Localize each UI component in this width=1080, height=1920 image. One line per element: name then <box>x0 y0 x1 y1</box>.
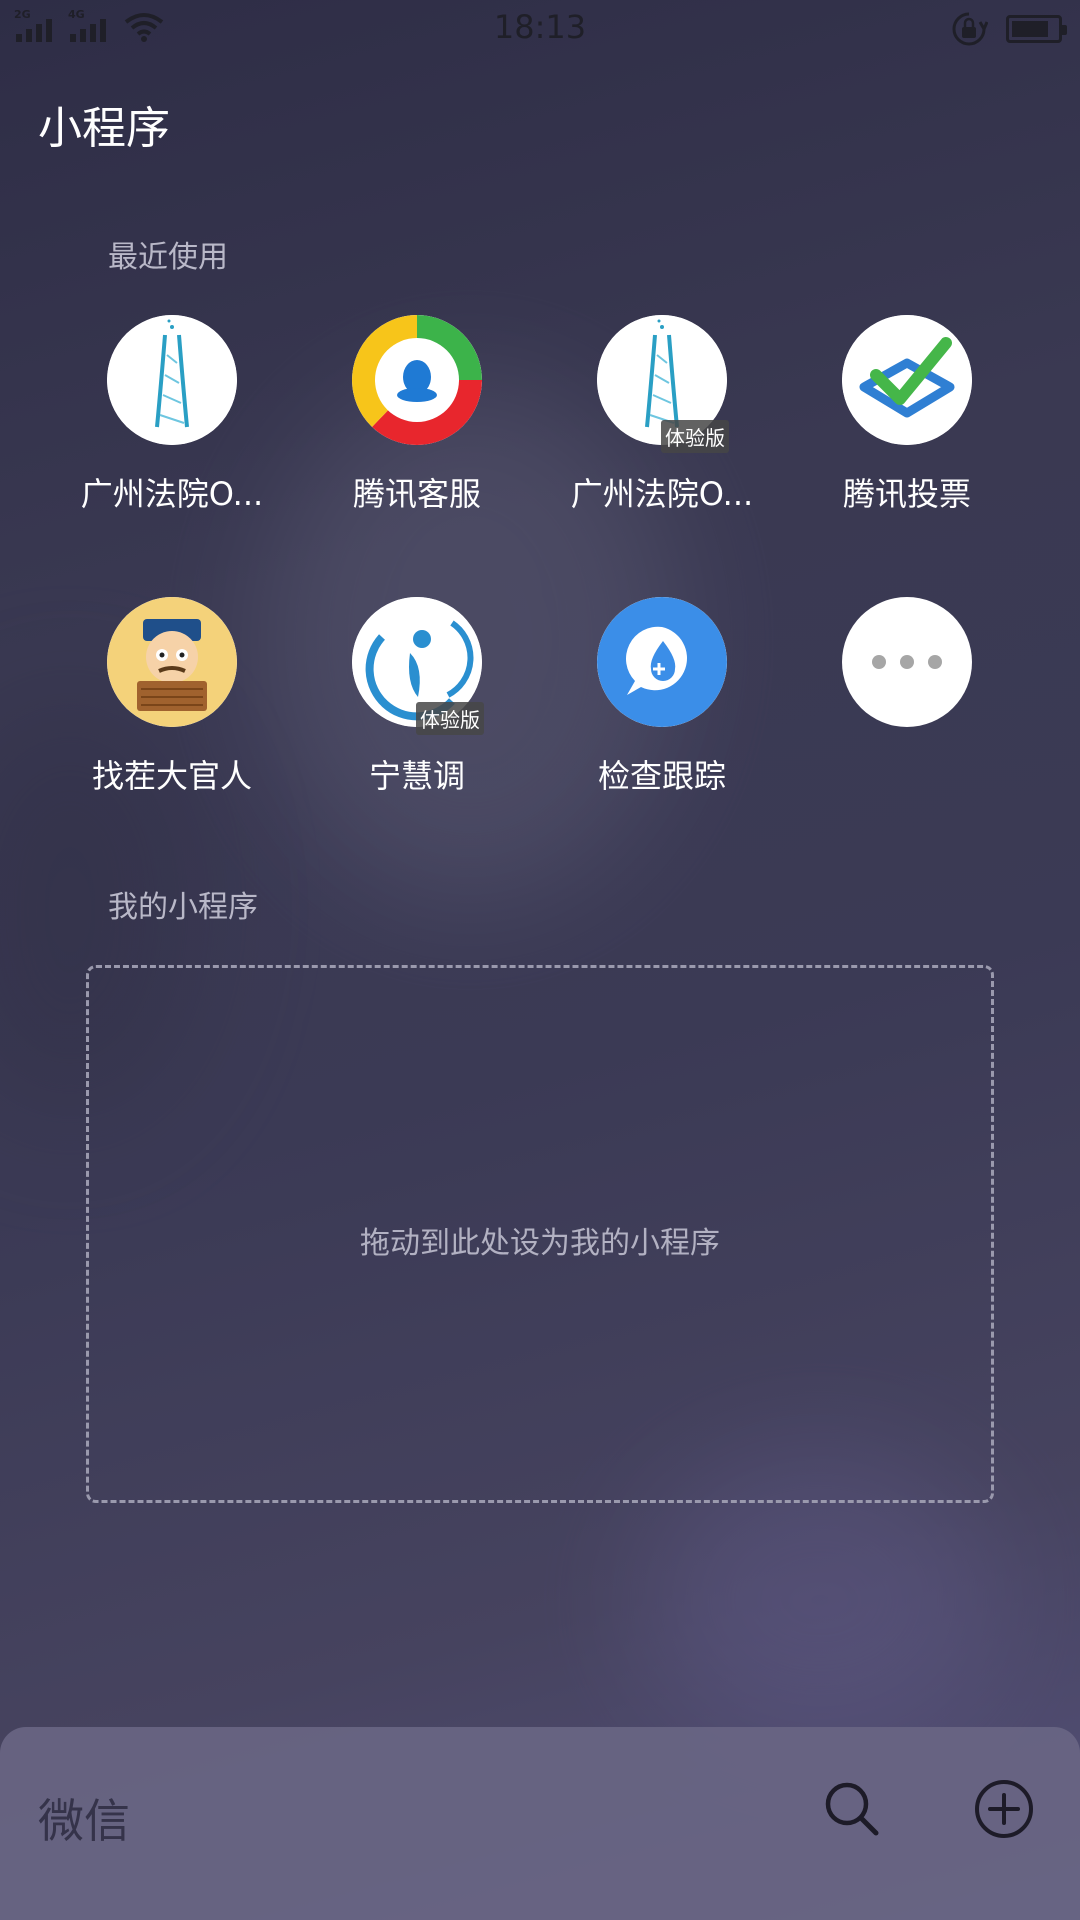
app-name: 腾讯投票 <box>842 475 971 513</box>
tencent-service-icon <box>352 315 482 445</box>
mini-program-tencent-vote[interactable]: 腾讯投票 <box>792 315 1022 515</box>
trial-badge: 体验版 <box>661 420 729 453</box>
status-time: 18:13 <box>493 8 587 46</box>
canton-tower-icon: 体验版 <box>597 315 729 453</box>
more-button[interactable] <box>792 597 1022 751</box>
section-label-mine: 我的小程序 <box>108 890 258 925</box>
mini-program-check-tracking[interactable]: 检查跟踪 <box>547 597 777 797</box>
status-bar: 2G 4G 18:13 <box>0 0 1080 56</box>
vote-check-icon <box>842 315 972 445</box>
battery-icon <box>1006 15 1067 43</box>
mini-program-guangzhou-court[interactable]: 广州法院O... <box>57 315 287 515</box>
drop-hint: 拖动到此处设为我的小程序 <box>360 1226 720 1261</box>
rotation-lock-icon <box>952 12 988 46</box>
app-name: 广州法院O... <box>80 475 264 513</box>
page-title: 小程序 <box>38 103 170 154</box>
app-name: 腾讯客服 <box>352 475 481 513</box>
wechat-title: 微信 <box>38 1794 130 1848</box>
wechat-bottom-bar[interactable]: 微信 <box>0 1727 1080 1920</box>
trial-badge: 体验版 <box>416 702 484 735</box>
app-name: 宁慧调 <box>368 757 465 795</box>
mini-program-guangzhou-court-trial[interactable]: 体验版 广州法院O... <box>547 315 777 515</box>
app-name: 检查跟踪 <box>597 757 726 795</box>
mini-program-ninghui[interactable]: 体验版 宁慧调 <box>302 597 532 797</box>
app-name: 找茬大官人 <box>91 757 252 795</box>
ninghui-logo-icon: 体验版 <box>352 597 484 735</box>
official-avatar-icon <box>107 597 237 727</box>
add-circle-icon[interactable] <box>972 1777 1036 1841</box>
chat-drop-icon <box>597 597 727 727</box>
more-icon <box>842 597 972 727</box>
canton-tower-icon <box>107 315 237 445</box>
search-icon[interactable] <box>822 1779 882 1839</box>
section-label-recent: 最近使用 <box>108 240 228 275</box>
my-mini-programs-drop-zone[interactable]: 拖动到此处设为我的小程序 <box>86 965 994 1503</box>
mini-program-zhaocha[interactable]: 找茬大官人 <box>57 597 287 797</box>
app-name: 广州法院O... <box>570 475 754 513</box>
mini-program-tencent-service[interactable]: 腾讯客服 <box>302 315 532 515</box>
